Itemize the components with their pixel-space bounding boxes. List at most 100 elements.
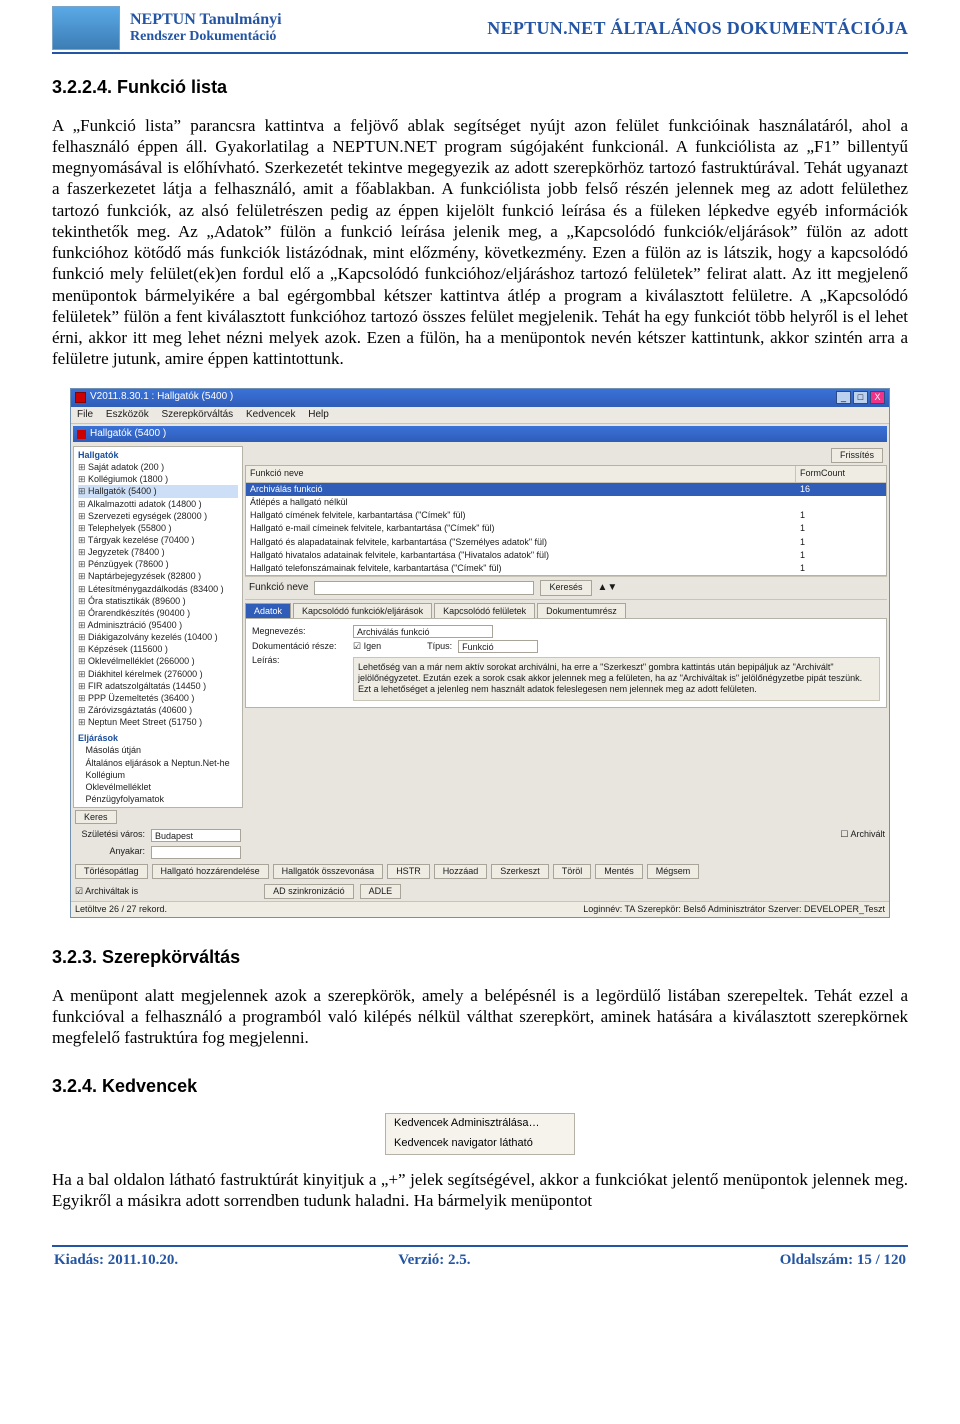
- inner-window-title: Hallgatók (5400 ): [90, 428, 166, 441]
- tree-task[interactable]: Másolás útján: [78, 744, 238, 756]
- search-label: Funkció neve: [249, 582, 308, 595]
- tree-node[interactable]: Adminisztráció (95400 ): [78, 619, 238, 631]
- doc-title-line2: Rendszer Dokumentáció: [130, 29, 282, 45]
- embedded-screenshot: V2011.8.30.1 : Hallgatók (5400 ) _ □ X F…: [70, 388, 890, 919]
- close-button[interactable]: X: [870, 391, 885, 404]
- anyakar-label: Anyakar:: [75, 846, 145, 857]
- anyakar-field[interactable]: [151, 846, 241, 859]
- bottom-button-bar: Törlésopátlag Hallgató hozzárendelése Ha…: [71, 861, 889, 882]
- btn-hallgato-hozzarendelese[interactable]: Hallgató hozzárendelése: [152, 864, 269, 879]
- menu-eszkozok[interactable]: Eszközök: [106, 409, 149, 420]
- tree-node[interactable]: Létesítménygazdálkodás (83400 ): [78, 583, 238, 595]
- tree-node[interactable]: Telephelyek (55800 ): [78, 522, 238, 534]
- funclist-col-count[interactable]: FormCount: [796, 466, 886, 481]
- maximize-button[interactable]: □: [853, 391, 868, 404]
- funclist-row[interactable]: Hallgató e-mail címeinek felvitele, karb…: [246, 522, 886, 535]
- tree-node[interactable]: Neptun Meet Street (51750 ): [78, 716, 238, 728]
- tree-node[interactable]: PPP Üzemeltetés (36400 ): [78, 692, 238, 704]
- tree-node[interactable]: Jegyzetek (78400 ): [78, 546, 238, 558]
- city-label: Születési város:: [75, 829, 145, 840]
- tree-node[interactable]: Naptárbejegyzések (82800 ): [78, 570, 238, 582]
- menu-kedvencek[interactable]: Kedvencek: [246, 409, 295, 420]
- function-list: Funkció neve FormCount Archiválás funkci…: [245, 465, 887, 576]
- tree-node[interactable]: Tárgyak kezelése (70400 ): [78, 534, 238, 546]
- funclist-row[interactable]: Hallgató telefonszámainak felvitele, kar…: [246, 562, 886, 575]
- funclist-row[interactable]: Hallgató címének felvitele, karbantartás…: [246, 509, 886, 522]
- section-body-szerepkorvaltas: A menüpont alatt megjelennek azok a szer…: [52, 985, 908, 1049]
- adle-button[interactable]: ADLE: [360, 884, 402, 899]
- tree-node[interactable]: Órarendkészítés (90400 ): [78, 607, 238, 619]
- tree-task[interactable]: Pénzügyfolyamatok: [78, 793, 238, 805]
- tree-node[interactable]: Diákigazolvány kezelés (10400 ): [78, 631, 238, 643]
- az-sort-icon[interactable]: ▲▼: [598, 582, 618, 595]
- btn-mentes[interactable]: Mentés: [595, 864, 643, 879]
- tree-node[interactable]: Diákhitel kérelmek (276000 ): [78, 668, 238, 680]
- tab-adatok[interactable]: Adatok: [245, 603, 291, 619]
- tree-node[interactable]: Záróvizsgáztatás (40600 ): [78, 704, 238, 716]
- section-heading-funkcio-lista: 3.2.2.4. Funkció lista: [52, 76, 908, 99]
- tree-node[interactable]: Szervezeti egységek (28000 ): [78, 510, 238, 522]
- btn-megsem[interactable]: Mégsem: [647, 864, 700, 879]
- tree-tasks-root[interactable]: Eljárások: [78, 732, 238, 744]
- outer-window-title: V2011.8.30.1 : Hallgatók (5400 ): [90, 391, 233, 404]
- nav-tree[interactable]: Hallgatók Saját adatok (200 ) Kollégiumo…: [73, 446, 243, 808]
- footer-kiadas: Kiadás: 2011.10.20.: [54, 1251, 178, 1270]
- tree-task[interactable]: Kollégium: [78, 769, 238, 781]
- inner-window-titlebar: Hallgatók (5400 ): [73, 426, 887, 442]
- tree-node[interactable]: Oklevélmelléklet (266000 ): [78, 655, 238, 667]
- tree-root[interactable]: Hallgatók: [78, 449, 238, 461]
- detail-type-field[interactable]: Funkció: [458, 640, 538, 653]
- status-login-info: Loginnév: TA Szerepkör: Belső Adminisztr…: [583, 904, 885, 915]
- btn-torol[interactable]: Töröl: [553, 864, 592, 879]
- btn-hallgatok-osszevonasa[interactable]: Hallgatók összevonása: [273, 864, 384, 879]
- menu-szerepkorvaltas[interactable]: Szerepkörváltás: [161, 409, 233, 420]
- outer-window-titlebar: V2011.8.30.1 : Hallgatók (5400 ) _ □ X: [71, 389, 889, 407]
- doc-title-left: NEPTUN Tanulmányi Rendszer Dokumentáció: [130, 11, 282, 45]
- tree-task[interactable]: Oklevélmelléklet: [78, 781, 238, 793]
- neptun-logo: [52, 6, 120, 50]
- keres-button[interactable]: Keres: [75, 810, 117, 824]
- tree-node[interactable]: FIR adatszolgáltatás (14450 ): [78, 680, 238, 692]
- funclist-row-selected[interactable]: Archiválás funkció16: [246, 483, 886, 496]
- city-field[interactable]: Budapest: [151, 829, 241, 842]
- funclist-row[interactable]: Hallgató hivatalos adatainak felvitele, …: [246, 549, 886, 562]
- btn-torlesopatlag[interactable]: Törlésopátlag: [75, 864, 148, 879]
- detail-name-field[interactable]: Archiválás funkció: [353, 625, 493, 638]
- tab-kapcsolodo-feluletek[interactable]: Kapcsolódó felületek: [434, 603, 535, 619]
- section-body-kedvencek: Ha a bal oldalon látható fastruktúrát ki…: [52, 1169, 908, 1212]
- funclist-row[interactable]: Hallgató és alapadatainak felvitele, kar…: [246, 536, 886, 549]
- popup-item-navigator[interactable]: Kedvencek navigator látható: [386, 1134, 574, 1154]
- tree-task[interactable]: Általános eljárások a Neptun.Net-he: [78, 757, 238, 769]
- detail-type-label: Típus:: [427, 641, 452, 652]
- tree-node[interactable]: Kollégiumok (1800 ): [78, 473, 238, 485]
- archivalt-checkbox[interactable]: ☐ Archivált: [840, 829, 885, 840]
- tab-kapcsolodo-funkciok[interactable]: Kapcsolódó funkciók/eljárások: [293, 603, 432, 619]
- tree-node[interactable]: Óra statisztikák (89600 ): [78, 595, 238, 607]
- btn-hozzaad[interactable]: Hozzáad: [434, 864, 488, 879]
- status-bar: Letöltve 26 / 27 rekord. Loginnév: TA Sz…: [71, 901, 889, 917]
- tree-node[interactable]: Alkalmazotti adatok (14800 ): [78, 498, 238, 510]
- funclist-row[interactable]: Átlépés a hallgató nélkül: [246, 496, 886, 509]
- popup-item-admin[interactable]: Kedvencek Adminisztrálása…: [386, 1114, 574, 1134]
- funclist-col-name[interactable]: Funkció neve: [246, 466, 796, 481]
- archivaltak-is-checkbox[interactable]: ☑ Archiváltak is: [75, 886, 138, 897]
- menu-help[interactable]: Help: [308, 409, 329, 420]
- app-icon: [75, 392, 86, 403]
- search-input[interactable]: [314, 581, 534, 595]
- menu-file[interactable]: File: [77, 409, 93, 420]
- detail-panel: Megnevezés: Archiválás funkció Dokumentá…: [245, 618, 887, 708]
- minimize-button[interactable]: _: [836, 391, 851, 404]
- tree-node-selected[interactable]: Hallgatók (5400 ): [78, 485, 238, 497]
- search-button[interactable]: Keresés: [540, 580, 591, 595]
- btn-szerkeszt[interactable]: Szerkeszt: [491, 864, 549, 879]
- tree-node[interactable]: Saját adatok (200 ): [78, 461, 238, 473]
- doc-title-line1: NEPTUN Tanulmányi: [130, 11, 282, 29]
- tab-dokumentumresz[interactable]: Dokumentumrész: [537, 603, 626, 619]
- ad-sync-button[interactable]: AD szinkronizáció: [264, 884, 354, 899]
- btn-hstr[interactable]: HSTR: [387, 864, 430, 879]
- detail-doc-checkbox[interactable]: ☑ Igen: [353, 641, 381, 652]
- status-record-count: Letöltve 26 / 27 rekord.: [75, 904, 167, 915]
- tree-node[interactable]: Pénzügyek (78600 ): [78, 558, 238, 570]
- refresh-button[interactable]: Frissítés: [831, 448, 883, 463]
- tree-node[interactable]: Képzések (115600 ): [78, 643, 238, 655]
